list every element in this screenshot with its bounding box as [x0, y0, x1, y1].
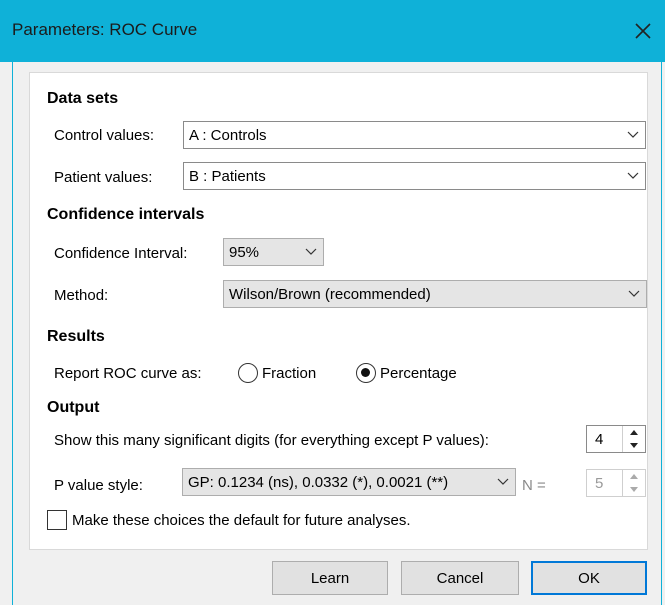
decrement-button[interactable]: [623, 439, 645, 452]
percentage-radio[interactable]: [356, 363, 376, 383]
default-checkbox-label[interactable]: Make these choices the default for futur…: [72, 512, 411, 529]
triangle-up-icon: [630, 430, 638, 435]
ok-button[interactable]: OK: [531, 561, 647, 595]
confidence-interval-select[interactable]: 95%: [223, 238, 324, 266]
title-bar: Parameters: ROC Curve: [0, 0, 665, 62]
significant-digits-label: Show this many significant digits (for e…: [54, 432, 489, 449]
confidence-interval-label: Confidence Interval:: [54, 245, 188, 262]
radio-selected-dot: [361, 368, 370, 377]
control-values-select[interactable]: A : Controls: [183, 121, 646, 149]
p-value-style-label: P value style:: [54, 477, 143, 494]
n-stepper[interactable]: 5: [586, 469, 646, 497]
triangle-down-icon: [630, 443, 638, 448]
stepper-buttons: [622, 470, 645, 496]
window-title: Parameters: ROC Curve: [12, 20, 198, 39]
stepper-buttons: [622, 426, 645, 452]
confidence-intervals-heading: Confidence intervals: [47, 206, 205, 223]
control-values-value: A : Controls: [189, 127, 267, 144]
percentage-label[interactable]: Percentage: [380, 365, 457, 382]
triangle-down-icon: [630, 487, 638, 492]
data-sets-heading: Data sets: [47, 90, 119, 107]
n-label: N =: [522, 477, 546, 494]
learn-button[interactable]: Learn: [272, 561, 388, 595]
chevron-down-icon: [627, 172, 639, 179]
output-heading: Output: [47, 399, 100, 416]
chevron-down-icon: [627, 131, 639, 138]
control-values-label: Control values:: [54, 127, 155, 144]
increment-button[interactable]: [623, 426, 645, 439]
close-icon: [635, 23, 651, 39]
chevron-down-icon: [628, 290, 640, 297]
patient-values-value: B : Patients: [189, 168, 266, 185]
close-button[interactable]: [621, 14, 665, 48]
results-heading: Results: [47, 328, 105, 345]
method-select[interactable]: Wilson/Brown (recommended): [223, 280, 647, 308]
patient-values-select[interactable]: B : Patients: [183, 162, 646, 190]
fraction-label[interactable]: Fraction: [262, 365, 316, 382]
triangle-up-icon: [630, 474, 638, 479]
p-value-style-value: GP: 0.1234 (ns), 0.0332 (*), 0.0021 (**): [188, 474, 449, 491]
chevron-down-icon: [497, 478, 509, 485]
n-value: 5: [595, 475, 604, 492]
increment-button[interactable]: [623, 470, 645, 483]
default-checkbox[interactable]: [47, 510, 67, 530]
method-label: Method:: [54, 287, 109, 304]
chevron-down-icon: [305, 248, 317, 255]
patient-values-label: Patient values:: [54, 169, 153, 186]
significant-digits-stepper[interactable]: 4: [586, 425, 646, 453]
p-value-style-select[interactable]: GP: 0.1234 (ns), 0.0332 (*), 0.0021 (**): [182, 468, 516, 496]
fraction-radio[interactable]: [238, 363, 258, 383]
report-roc-label: Report ROC curve as:: [54, 365, 202, 382]
significant-digits-value: 4: [595, 431, 604, 448]
method-value: Wilson/Brown (recommended): [229, 286, 431, 303]
confidence-interval-value: 95%: [229, 244, 260, 261]
cancel-button[interactable]: Cancel: [401, 561, 519, 595]
decrement-button[interactable]: [623, 483, 645, 496]
